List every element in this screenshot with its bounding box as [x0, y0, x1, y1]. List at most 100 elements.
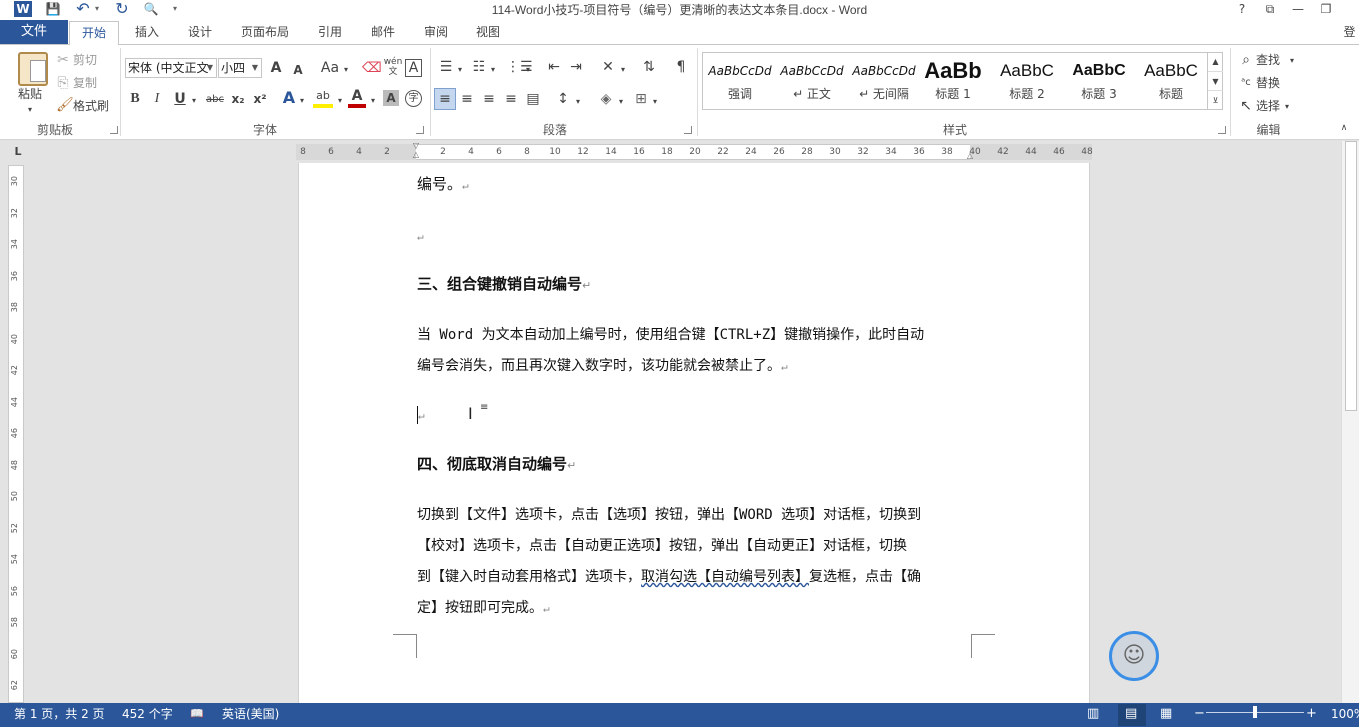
chevron-down-icon[interactable]: ▾ [1283, 99, 1291, 115]
style-emphasis[interactable]: AaBbCcDd 强调 [705, 56, 775, 108]
zoom-level[interactable]: 100% [1331, 706, 1359, 722]
shading-icon[interactable]: ◈ [597, 91, 615, 107]
zoom-out-icon[interactable]: − [1194, 706, 1205, 722]
superscript-button[interactable]: x² [251, 91, 269, 107]
more-icon[interactable]: ⊻ [1208, 90, 1223, 109]
tab-view[interactable]: 视图 [467, 20, 509, 44]
char-shading-icon[interactable]: A [383, 90, 399, 106]
chevron-down-icon[interactable]: ▼ [1208, 71, 1223, 90]
chevron-down-icon[interactable]: ▾ [342, 62, 350, 78]
chevron-down-icon[interactable]: ▾ [1288, 53, 1296, 69]
strikethrough-button[interactable]: abc [204, 92, 226, 108]
paste-button[interactable]: 粘贴 [18, 86, 42, 102]
styles-launcher-icon[interactable] [1218, 126, 1226, 134]
font-name-combo[interactable]: 宋体 (中文正文 ▼ [125, 58, 217, 78]
tab-insert[interactable]: 插入 [126, 20, 168, 44]
chevron-down-icon[interactable]: ▾ [489, 62, 497, 78]
select-button[interactable]: 选择 [1256, 98, 1280, 114]
cut-button[interactable]: 剪切 [73, 52, 97, 68]
chevron-down-icon[interactable]: ▾ [336, 93, 344, 109]
tab-design[interactable]: 设计 [179, 20, 221, 44]
tab-review[interactable]: 审阅 [415, 20, 457, 44]
distributed-button[interactable]: ▤ [524, 91, 542, 107]
align-right-button[interactable]: ≡ [480, 91, 498, 107]
paste-dropdown-icon[interactable]: ▾ [28, 102, 32, 118]
tab-home[interactable]: 开始 [69, 21, 119, 45]
bold-button[interactable]: B [128, 91, 142, 107]
chevron-down-icon[interactable]: ▾ [456, 62, 464, 78]
subscript-button[interactable]: x₂ [229, 91, 247, 107]
decrease-indent-icon[interactable]: ⇤ [545, 59, 563, 75]
font-color-icon[interactable]: A [348, 88, 366, 108]
align-center-button[interactable]: ≡ [458, 91, 476, 107]
tab-references[interactable]: 引用 [309, 20, 351, 44]
enclose-char-icon[interactable]: 字 [405, 90, 422, 107]
underline-button[interactable]: U [173, 91, 187, 107]
style-normal[interactable]: AaBbCcDd ↵ 正文 [777, 56, 847, 108]
char-border-icon[interactable]: A [405, 59, 422, 77]
style-heading-3[interactable]: AaBbC 标题 3 [1064, 56, 1134, 108]
clipboard-launcher-icon[interactable] [110, 126, 118, 134]
sign-in-link[interactable]: 登 [1340, 20, 1359, 44]
clear-format-icon[interactable]: ⌫ [362, 60, 382, 76]
ribbon-display-button[interactable]: ⧉ [1257, 0, 1283, 18]
chevron-down-icon[interactable]: ▾ [574, 94, 582, 110]
phonetic-guide-icon[interactable]: wén 文 [383, 57, 403, 77]
minimize-button[interactable]: — [1285, 0, 1311, 18]
format-painter-button[interactable]: 格式刷 [73, 98, 109, 114]
chevron-down-icon[interactable]: ▾ [298, 93, 306, 109]
chevron-down-icon[interactable]: ▾ [369, 93, 377, 109]
zoom-slider-thumb[interactable] [1253, 706, 1257, 718]
tab-page-layout[interactable]: 页面布局 [233, 20, 297, 44]
replace-button[interactable]: 替换 [1256, 75, 1280, 91]
highlight-icon[interactable]: ab [313, 88, 333, 108]
chevron-down-icon[interactable]: ▾ [617, 94, 625, 110]
change-case-icon[interactable]: Aa [318, 60, 342, 76]
zoom-in-icon[interactable]: + [1306, 706, 1317, 722]
chevron-down-icon[interactable]: ▾ [619, 62, 627, 78]
chevron-down-icon[interactable]: ▼ [204, 59, 216, 77]
show-marks-icon[interactable]: ¶ [672, 59, 690, 75]
increase-indent-icon[interactable]: ⇥ [567, 59, 585, 75]
tab-selector-icon[interactable]: L [10, 144, 26, 160]
read-mode-icon[interactable]: ▥ [1087, 706, 1099, 722]
find-button[interactable]: 查找 [1256, 52, 1280, 68]
tab-file[interactable]: 文件 [0, 20, 68, 44]
assistant-avatar-icon[interactable]: ☺ [1109, 631, 1159, 681]
indent-marker-icon[interactable]: ▽ △ [411, 141, 421, 161]
numbering-icon[interactable]: ☷ [471, 59, 487, 75]
chevron-down-icon[interactable]: ▼ [249, 59, 261, 77]
grammar-flagged-text[interactable]: 取消勾选【自动编号列表】 [641, 569, 809, 585]
chevron-down-icon[interactable]: ▾ [190, 93, 198, 109]
style-heading-2[interactable]: AaBbC 标题 2 [992, 56, 1062, 108]
restore-button[interactable]: ❐ [1313, 0, 1339, 18]
style-heading-1[interactable]: AaBb 标题 1 [921, 56, 985, 108]
grow-font-icon[interactable]: A [268, 60, 284, 76]
chevron-up-icon[interactable]: ▲ [1208, 52, 1223, 71]
justify-button[interactable]: ≡ [502, 91, 520, 107]
paragraph-launcher-icon[interactable] [684, 126, 692, 134]
italic-button[interactable]: I [150, 91, 164, 107]
bullets-icon[interactable]: ☰ [438, 59, 454, 75]
collapse-ribbon-icon[interactable]: ∧ [1338, 120, 1350, 136]
borders-icon[interactable]: ⊞ [632, 91, 650, 107]
page-count[interactable]: 第 1 页，共 2 页 [14, 706, 105, 722]
chinese-layout-icon[interactable]: ✕ [598, 59, 618, 75]
language-status[interactable]: 英语(美国) [222, 706, 279, 722]
copy-button[interactable]: 复制 [73, 75, 97, 91]
sort-icon[interactable]: ⇅ [640, 59, 658, 75]
style-title[interactable]: AaBbC 标题 [1136, 56, 1206, 108]
font-launcher-icon[interactable] [416, 126, 424, 134]
font-size-combo[interactable]: 小四 ▼ [218, 58, 262, 78]
web-layout-icon[interactable]: ▦ [1160, 706, 1172, 722]
proofing-icon[interactable]: 📖 [190, 706, 204, 722]
word-count[interactable]: 452 个字 [122, 706, 173, 722]
right-indent-marker-icon[interactable]: △ [965, 151, 975, 160]
help-button[interactable]: ? [1229, 0, 1255, 18]
text-effects-icon[interactable]: A [281, 90, 297, 106]
style-no-spacing[interactable]: AaBbCcDd ↵ 无间隔 [849, 56, 919, 108]
chevron-down-icon[interactable]: ▾ [651, 94, 659, 110]
chevron-down-icon[interactable]: ▾ [524, 62, 532, 78]
line-spacing-icon[interactable]: ↕ [554, 91, 572, 107]
scrollbar-thumb[interactable] [1345, 141, 1357, 411]
